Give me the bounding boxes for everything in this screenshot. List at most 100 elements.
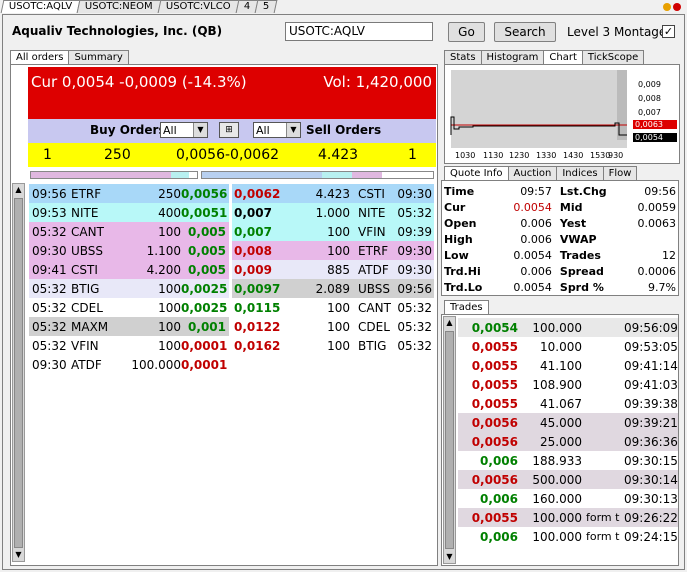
ask-row[interactable]: 0,0062 4.423 CSTI 09:30 <box>232 184 434 203</box>
ask-price: 0,0097 <box>234 281 281 296</box>
x-label-7: 930 <box>608 151 624 160</box>
ask-size: 100 <box>327 224 350 239</box>
buy-filter-select[interactable]: All ▼ <box>160 122 208 138</box>
bid-row[interactable]: 05:32 CDEL 100 0,0025 <box>29 298 229 317</box>
ask-size: 1.000 <box>315 205 350 220</box>
trade-row[interactable]: 0,006 188.933 09:30:15 <box>458 451 678 470</box>
ask-row[interactable]: 0,0115 100 CANT 05:32 <box>232 298 434 317</box>
company-name: Aqualiv Technologies, Inc. (QB) <box>12 24 223 38</box>
trades-scrollbar[interactable]: ▲ ▼ <box>443 316 456 564</box>
scroll-thumb[interactable] <box>14 198 23 548</box>
trade-row[interactable]: 0,0055 41.067 09:39:38 <box>458 394 678 413</box>
bid-price: 0,005 <box>188 243 226 258</box>
bid-time: 09:30 <box>32 243 67 258</box>
bid-row[interactable]: 05:32 MAXM 100 0,001 <box>29 317 229 336</box>
scroll-thumb[interactable] <box>445 331 454 549</box>
x-label-1: 1030 <box>455 151 476 160</box>
search-button[interactable]: Search <box>494 22 556 42</box>
trade-row[interactable]: 0,0055 41.100 09:41:14 <box>458 356 678 375</box>
close-icon[interactable] <box>673 3 681 11</box>
y-label-3: 0,007 <box>638 108 661 117</box>
ask-row[interactable]: 0,0097 2.089 UBSS 09:56 <box>232 279 434 298</box>
trade-row[interactable]: 0,0056 25.000 09:36:36 <box>458 432 678 451</box>
sell-filter-select[interactable]: All ▼ <box>253 122 301 138</box>
ask-row[interactable]: 0,008 100 ETRF 09:30 <box>232 241 434 260</box>
bid-row[interactable]: 09:53 NITE 400 0,0051 <box>29 203 229 222</box>
trade-row[interactable]: 0,0056 45.000 09:39:21 <box>458 413 678 432</box>
trade-size: 45.000 <box>540 415 582 430</box>
ask-mm: ATDF <box>358 262 389 277</box>
buy-size: 250 <box>104 147 131 163</box>
book-scrollbar[interactable]: ▲ ▼ <box>12 183 25 562</box>
trade-row[interactable]: 0,0054 100.000 09:56:09 <box>458 318 678 337</box>
tab-flow[interactable]: Flow <box>602 166 638 180</box>
bid-time: 05:32 <box>32 224 67 239</box>
trade-condition: form t <box>586 530 620 543</box>
tab-summary[interactable]: Summary <box>68 50 129 64</box>
ask-price: 0,0115 <box>234 300 281 315</box>
bid-row[interactable]: 09:41 CSTI 4.200 0,005 <box>29 260 229 279</box>
bid-row[interactable]: 09:56 ETRF 250 0,0056 <box>29 184 229 203</box>
ask-row[interactable]: 0,007 100 VFIN 09:39 <box>232 222 434 241</box>
tab-all-orders[interactable]: All orders <box>10 50 70 64</box>
order-view-tabs: All orders Summary <box>10 50 129 64</box>
bid-mm: ATDF <box>71 357 102 372</box>
tab-neom[interactable]: USOTC:NEOM <box>76 0 162 13</box>
price-summary-bar: Cur 0,0054 -0,0009 (-14.3%) Vol: 1,420,0… <box>28 67 436 119</box>
symbol-input[interactable]: USOTC:AQLV <box>285 22 433 41</box>
trade-row[interactable]: 0,0055 100.000 form t 09:26:22 <box>458 508 678 527</box>
tab-trades[interactable]: Trades <box>444 300 489 314</box>
tab-5[interactable]: 5 <box>254 0 278 13</box>
tab-tickscope[interactable]: TickScope <box>581 50 645 64</box>
tab-quote-info[interactable]: Quote Info <box>444 166 509 180</box>
bid-row[interactable]: 05:32 VFIN 100 0,0001 <box>29 336 229 355</box>
tab-stats[interactable]: Stats <box>444 50 482 64</box>
ask-mm: CSTI <box>358 186 385 201</box>
ask-row[interactable]: 0,009 885 ATDF 09:30 <box>232 260 434 279</box>
scroll-up-icon[interactable]: ▲ <box>444 317 455 329</box>
go-button[interactable]: Go <box>448 22 485 42</box>
symbol-tab-strip: USOTC:AQLV USOTC:NEOM USOTC:VLCO 4 5 <box>0 0 278 14</box>
tab-indices[interactable]: Indices <box>556 166 604 180</box>
tab-vlco[interactable]: USOTC:VLCO <box>157 0 240 13</box>
quote-key: Mid <box>559 200 583 214</box>
quote-row: Low 0.0054 Trades 12 <box>442 247 678 263</box>
chevron-down-icon: ▼ <box>286 123 300 137</box>
trade-row[interactable]: 0,0056 500.000 09:30:14 <box>458 470 678 489</box>
montage-checkbox[interactable]: ✓ <box>662 25 675 38</box>
bid-time: 05:32 <box>32 338 67 353</box>
tab-aqlv[interactable]: USOTC:AQLV <box>0 0 81 13</box>
bid-size: 100.000 <box>131 357 181 372</box>
bid-row[interactable]: 05:32 CANT 100 0,005 <box>29 222 229 241</box>
scroll-up-icon[interactable]: ▲ <box>13 184 24 196</box>
tab-chart[interactable]: Chart <box>543 50 583 64</box>
bid-row[interactable]: 09:30 UBSS 1.100 0,005 <box>29 241 229 260</box>
bid-row[interactable]: 09:30 ATDF 100.000 0,0001 <box>29 355 229 374</box>
scroll-down-icon[interactable]: ▼ <box>13 549 24 561</box>
sell-count: 1 <box>408 147 417 163</box>
trade-row[interactable]: 0,0055 10.000 09:53:05 <box>458 337 678 356</box>
quote-tabs: Quote Info Auction Indices Flow <box>444 166 638 180</box>
scroll-down-icon[interactable]: ▼ <box>444 551 455 563</box>
ask-row[interactable]: 0,007 1.000 NITE 05:32 <box>232 203 434 222</box>
tab-histogram[interactable]: Histogram <box>480 50 545 64</box>
trade-size: 10.000 <box>540 339 582 354</box>
ask-row[interactable]: 0,0162 100 BTIG 05:32 <box>232 336 434 355</box>
ask-time: 05:32 <box>397 319 432 334</box>
tab-auction[interactable]: Auction <box>507 166 558 180</box>
ask-mm: CDEL <box>358 319 390 334</box>
link-icon[interactable]: ⊞ <box>219 122 239 138</box>
bid-mm: NITE <box>71 205 99 220</box>
trade-time: 09:30:14 <box>624 472 678 487</box>
ask-row[interactable]: 0,0122 100 CDEL 05:32 <box>232 317 434 336</box>
trade-row[interactable]: 0,0055 108.900 09:41:03 <box>458 375 678 394</box>
trade-row[interactable]: 0,006 100.000 form t 09:24:15 <box>458 527 678 546</box>
quote-value: 9.7% <box>648 280 676 294</box>
trade-price: 0,0055 <box>471 510 518 525</box>
bid-time: 09:41 <box>32 262 67 277</box>
trade-row[interactable]: 0,006 160.000 09:30:13 <box>458 489 678 508</box>
quote-value: 0.0059 <box>637 200 677 214</box>
minimize-icon[interactable] <box>663 3 671 11</box>
trade-price: 0,006 <box>480 453 518 468</box>
bid-row[interactable]: 05:32 BTIG 100 0,0025 <box>29 279 229 298</box>
